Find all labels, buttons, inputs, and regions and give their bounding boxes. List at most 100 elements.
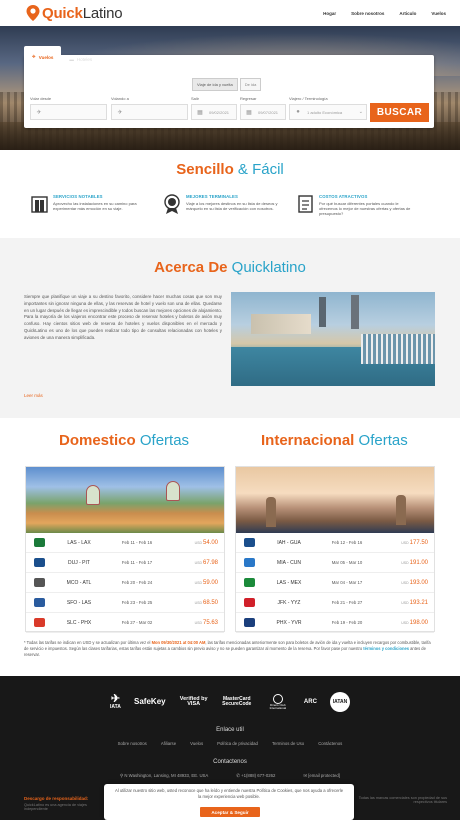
nav-item-sobre-nosotros[interactable]: Sobre nosotros xyxy=(351,11,384,16)
offer-currency: USD xyxy=(401,540,409,545)
domestic-offers-title: Domestico Ofertas xyxy=(59,432,189,449)
price-tag-icon xyxy=(296,194,314,214)
offer-row[interactable]: SLC - PHX Feb 27 - Mar 02 USD75.63 xyxy=(26,613,224,633)
domestic-offers-list: LAS - LAX Feb 11 - Feb 16 USD54.00 DUJ - PI… xyxy=(26,533,224,633)
feature-attractive-costs: COSTOS ATRACTIVOS Por qué buscar diferen… xyxy=(296,194,418,217)
offer-price: USD191.00 xyxy=(401,560,428,566)
offer-route: LAS - LAX xyxy=(67,539,91,546)
about-image xyxy=(231,292,435,386)
depart-label: Salir xyxy=(191,96,200,101)
footer-phone[interactable]: ✆ +1(888) 677-0262 xyxy=(236,773,275,779)
airline-logo-icon xyxy=(30,577,48,589)
offer-row[interactable]: DUJ - PIT Feb 11 - Feb 17 USD67.98 xyxy=(26,553,224,573)
terms-link[interactable]: términos y condiciones xyxy=(363,646,409,651)
medal-icon xyxy=(163,194,181,214)
tab-flights[interactable]: ✈ Vuelos xyxy=(24,46,62,68)
return-date-value: 09/07/2021 xyxy=(258,109,279,115)
footer-email-text: [email protected] xyxy=(308,773,340,778)
park-guell-image xyxy=(26,467,224,533)
airline-logo-icon xyxy=(30,617,48,629)
calendar-icon: ▦ xyxy=(197,109,203,116)
airline-logo-icon xyxy=(240,597,258,609)
footer-link-contact[interactable]: Contáctenos xyxy=(318,741,342,746)
fares-note-date: Mon 09/30/2021 at 04:00 AM xyxy=(151,640,206,645)
door-icon xyxy=(30,194,48,214)
offer-price-value: 75.63 xyxy=(202,619,218,626)
offer-row[interactable]: LAS - MEX Mar 04 - Mar 17 USD193.00 xyxy=(236,573,434,593)
offer-row[interactable]: IAH - GUA Feb 12 - Feb 16 USD177.50 xyxy=(236,533,434,553)
offer-currency: USD xyxy=(401,620,409,625)
badge-label: IATAN xyxy=(329,692,350,712)
plane-landing-icon: ✈ xyxy=(117,109,123,116)
footer-link-flights[interactable]: Vuelos xyxy=(190,741,203,746)
offer-row[interactable]: PHX - YVR Feb 19 - Feb 20 USD198.00 xyxy=(236,613,434,633)
image-beach xyxy=(251,314,311,334)
partner-badges: ✈ IATA SafeKey Verified by VISA MasterCar… xyxy=(110,690,350,714)
feature-title: SERVICIOS NOTABLES xyxy=(53,194,103,199)
footer-link-privacy[interactable]: Política de privacidad xyxy=(217,741,258,746)
image-tower xyxy=(396,495,406,525)
site-logo[interactable]: QuickLatino xyxy=(26,4,123,22)
footer-link-terms[interactable]: Terminos de Uso xyxy=(272,741,304,746)
logo-text-quick: Quick xyxy=(42,4,83,22)
offer-route: DUJ - PIT xyxy=(68,559,90,566)
offer-route: SFO - LAS xyxy=(66,599,92,606)
from-field[interactable]: ✈ xyxy=(30,104,107,120)
to-field[interactable]: ✈ xyxy=(111,104,188,120)
search-button[interactable]: BUSCAR xyxy=(370,103,429,122)
airline-logo-icon xyxy=(30,557,48,569)
offer-price-value: 67.98 xyxy=(202,559,218,566)
international-offers-card: IAH - GUA Feb 12 - Feb 16 USD177.50 MIA - C… xyxy=(235,466,435,633)
offer-price: USD75.63 xyxy=(195,620,218,626)
simple-title-a: Sencillo xyxy=(176,161,234,178)
tab-hotels-label: Hoteles xyxy=(76,56,93,62)
nav-item-articulo[interactable]: Articulo xyxy=(399,11,416,16)
nav-item-vuelos[interactable]: Vuelos xyxy=(431,11,446,16)
about-title-a: Acerca De xyxy=(154,259,228,276)
offer-row[interactable]: SFO - LAS Feb 23 - Feb 25 USD68.50 xyxy=(26,593,224,613)
barcelona-plaza-image xyxy=(236,467,434,533)
return-date-field[interactable]: ▦ 09/07/2021 xyxy=(240,104,286,120)
offer-row[interactable]: MIA - CUN Mar 05 - Mar 10 USD191.00 xyxy=(236,553,434,573)
visa-verified-logo: Verified by VISA xyxy=(179,696,209,708)
domestic-offers-card: LAS - LAX Feb 11 - Feb 16 USD54.00 DUJ - PI… xyxy=(25,466,225,633)
calendar-icon: ▦ xyxy=(246,109,252,116)
offer-row[interactable]: MCO - ATL Feb 20 - Feb 24 USD59.00 xyxy=(26,573,224,593)
offer-row[interactable]: LAS - LAX Feb 11 - Feb 16 USD54.00 xyxy=(26,533,224,553)
offer-dates: Mar 05 - Mar 10 xyxy=(331,560,363,565)
offer-dates: Feb 21 - Feb 27 xyxy=(331,600,363,605)
offer-route: MIA - CUN xyxy=(277,559,301,566)
travelers-field[interactable]: ● 1 adulto Económica ⌄ xyxy=(289,104,367,120)
iata-logo: ✈ IATA xyxy=(110,693,121,710)
fares-note-text: * Todas las tarifas se indican en USD y … xyxy=(24,640,152,645)
about-title-b: Quicklatino xyxy=(227,259,306,276)
offer-row[interactable]: JFK - YYZ Feb 21 - Feb 27 USD193.21 xyxy=(236,593,434,613)
offer-currency: USD xyxy=(194,540,202,545)
offer-price: USD193.00 xyxy=(401,580,428,586)
site-header: QuickLatino Hogar Sobre nosotros Articul… xyxy=(0,0,460,26)
intl-title-a: Internacional xyxy=(261,432,355,449)
tab-hotels[interactable]: ▬ Hoteles xyxy=(61,50,100,68)
search-tabs: ✈ Vuelos ▬ Hoteles xyxy=(24,46,100,68)
from-label: Volar desde xyxy=(30,96,52,101)
cookie-text: Al utilizar nuestro sitio web, usted rec… xyxy=(114,788,344,799)
footer-link-affiliate[interactable]: Afiliarse xyxy=(161,741,176,746)
footer-address: ⚲ N Washington, Lansing, MI 48933, EE. U… xyxy=(120,773,208,779)
accept-cookies-button[interactable]: Aceptar & Seguir xyxy=(200,807,260,817)
footer-link-about[interactable]: Sobre nosotros xyxy=(118,741,147,746)
badge-label: IATA xyxy=(110,704,121,710)
location-pin-icon xyxy=(26,5,40,21)
trip-type-oneway[interactable]: De ida xyxy=(239,78,262,91)
nav-item-hogar[interactable]: Hogar xyxy=(323,11,336,16)
feature-desc: Viaje a los mejores destinos en su lista… xyxy=(186,201,278,212)
feature-desc: Aprovecho las instalaciones en su camino… xyxy=(53,201,137,212)
trip-type-roundtrip[interactable]: Viaje de ida y vuelta xyxy=(192,78,238,91)
footer-email[interactable]: ✉ [email protected] xyxy=(303,773,340,779)
offer-price-value: 54.00 xyxy=(202,539,218,546)
chevron-down-icon: ⌄ xyxy=(358,109,363,115)
to-label: Volando a xyxy=(111,96,129,101)
domestic-title-a: Domestico xyxy=(59,432,136,449)
depart-date-field[interactable]: ▦ 09/02/2021 xyxy=(191,104,237,120)
offer-currency: USD xyxy=(194,560,202,565)
read-more-link[interactable]: Leer más xyxy=(24,393,43,398)
